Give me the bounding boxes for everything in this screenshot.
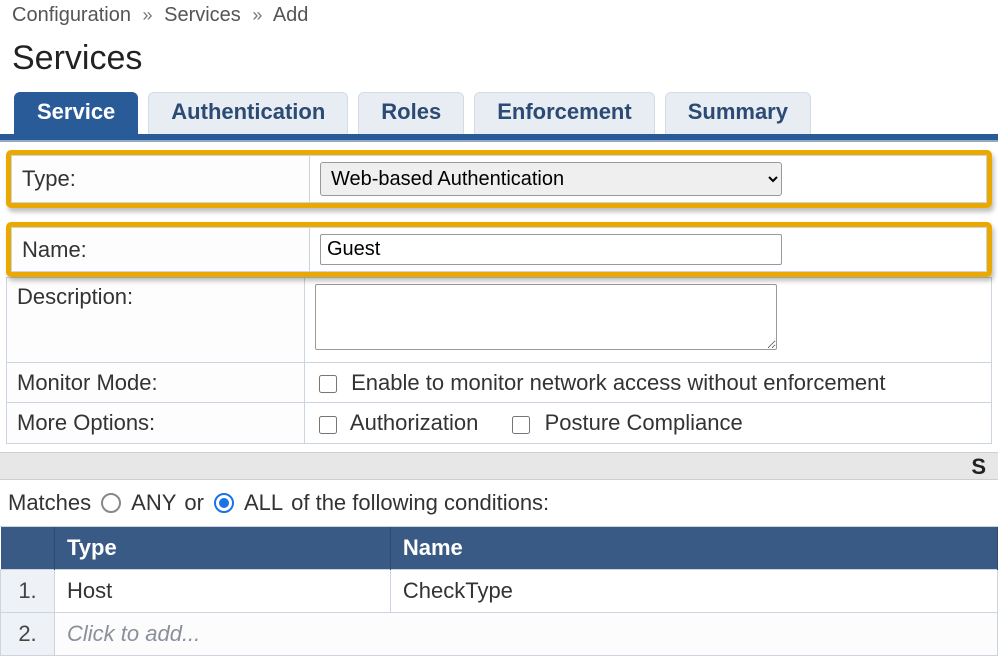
highlight-type-row: Type: Web-based Authentication xyxy=(6,150,992,208)
description-label: Description: xyxy=(7,278,305,363)
posture-checkbox-label: Posture Compliance xyxy=(545,410,743,435)
authorization-checkbox[interactable] xyxy=(319,416,337,434)
tab-authentication[interactable]: Authentication xyxy=(148,92,348,134)
section-strip: S xyxy=(0,452,998,480)
breadcrumb-sep-icon: » xyxy=(252,5,262,26)
breadcrumb: Configuration » Services » Add xyxy=(0,0,998,35)
matches-suffix: of the following conditions: xyxy=(291,490,549,516)
radio-any[interactable] xyxy=(101,493,121,513)
more-options-label: More Options: xyxy=(7,403,305,443)
matches-all-label: ALL xyxy=(244,490,283,516)
breadcrumb-item-add[interactable]: Add xyxy=(273,4,309,26)
authorization-option[interactable]: Authorization xyxy=(315,410,484,435)
monitor-mode-checkbox[interactable] xyxy=(319,375,337,393)
section-strip-cutoff: S xyxy=(971,454,986,479)
description-textarea[interactable] xyxy=(315,284,777,350)
monitor-mode-label: Monitor Mode: xyxy=(7,363,305,403)
cond-row-num: 1. xyxy=(1,569,55,612)
page-title: Services xyxy=(12,39,998,78)
tab-thin-line xyxy=(0,140,998,142)
cond-add-text[interactable]: Click to add... xyxy=(55,612,998,655)
matches-or: or xyxy=(184,490,204,516)
breadcrumb-sep-icon: » xyxy=(143,5,153,26)
posture-checkbox[interactable] xyxy=(512,416,530,434)
tabs: Service Authentication Roles Enforcement… xyxy=(0,92,998,134)
cond-header-name[interactable]: Name xyxy=(390,527,997,570)
name-input[interactable] xyxy=(320,234,782,265)
tab-service[interactable]: Service xyxy=(14,92,138,134)
cond-row-name[interactable]: CheckType xyxy=(390,569,997,612)
posture-option[interactable]: Posture Compliance xyxy=(508,410,742,435)
tab-summary[interactable]: Summary xyxy=(665,92,811,134)
cond-header-type[interactable]: Type xyxy=(55,527,391,570)
monitor-mode-option[interactable]: Enable to monitor network access without… xyxy=(315,370,886,395)
radio-all[interactable] xyxy=(214,493,234,513)
tab-enforcement[interactable]: Enforcement xyxy=(474,92,654,134)
authorization-checkbox-label: Authorization xyxy=(350,410,478,435)
tab-roles[interactable]: Roles xyxy=(358,92,464,134)
matches-any-label: ANY xyxy=(131,490,176,516)
type-select[interactable]: Web-based Authentication xyxy=(320,162,782,196)
breadcrumb-item-configuration[interactable]: Configuration xyxy=(12,4,131,26)
cond-header-num xyxy=(1,527,55,570)
matches-prefix: Matches xyxy=(8,490,91,516)
name-label: Name: xyxy=(12,228,310,272)
highlight-name-row: Name: xyxy=(6,222,992,277)
cond-row[interactable]: 1. Host CheckType xyxy=(1,569,998,612)
cond-add-row[interactable]: 2. Click to add... xyxy=(1,612,998,655)
type-label: Type: xyxy=(12,156,310,203)
cond-row-type[interactable]: Host xyxy=(55,569,391,612)
matches-row: Matches ANY or ALL of the following cond… xyxy=(0,480,998,527)
cond-add-num: 2. xyxy=(1,612,55,655)
breadcrumb-item-services[interactable]: Services xyxy=(164,4,241,26)
conditions-table: Type Name 1. Host CheckType 2. Click to … xyxy=(0,527,998,656)
monitor-mode-checkbox-label: Enable to monitor network access without… xyxy=(351,370,885,395)
